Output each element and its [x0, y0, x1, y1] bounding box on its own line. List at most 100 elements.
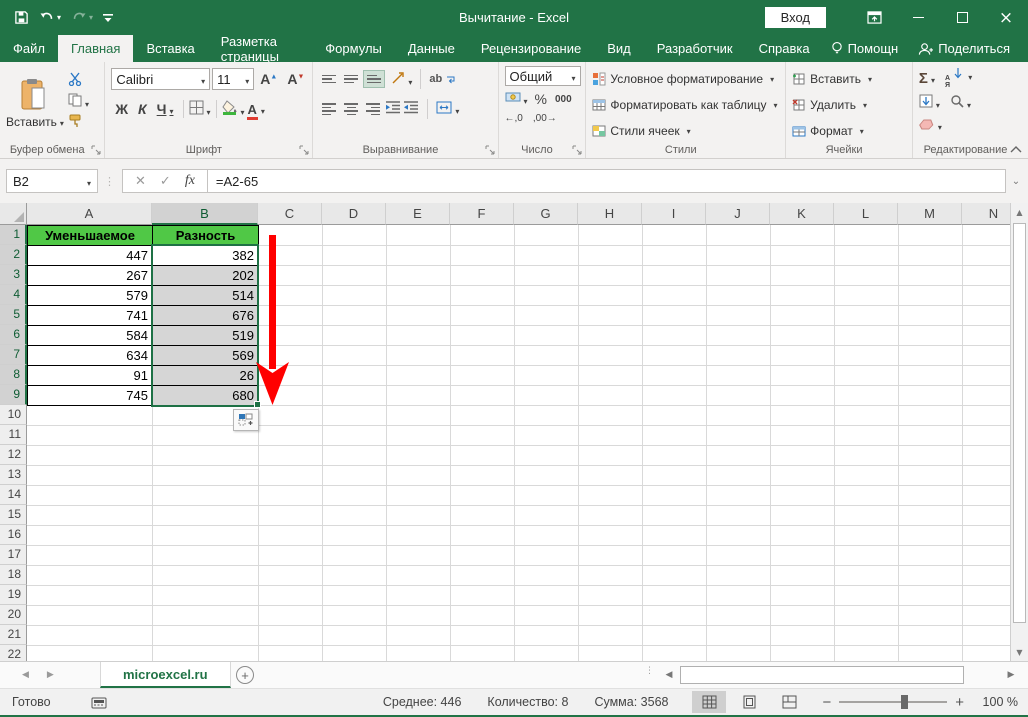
- cut-icon[interactable]: [68, 72, 89, 89]
- format-painter-icon[interactable]: [68, 114, 89, 131]
- row-header-2[interactable]: 2: [0, 245, 27, 265]
- select-all-corner[interactable]: [0, 203, 27, 225]
- collapse-ribbon-icon[interactable]: [1010, 145, 1022, 153]
- tab-review[interactable]: Рецензирование: [468, 35, 594, 62]
- undo-button[interactable]: ▾: [39, 11, 61, 25]
- underline-button[interactable]: Ч: [153, 101, 178, 117]
- column-header-B[interactable]: B: [152, 203, 258, 225]
- hscroll-right-icon[interactable]: ▶: [1002, 666, 1020, 684]
- row-header-10[interactable]: 10: [0, 405, 27, 425]
- align-middle-icon[interactable]: [341, 71, 361, 88]
- cell-B7[interactable]: 569: [153, 346, 259, 366]
- scroll-up-icon[interactable]: ▲: [1011, 203, 1028, 221]
- cell-B5[interactable]: 676: [153, 306, 259, 326]
- row-header-21[interactable]: 21: [0, 625, 27, 645]
- formula-input[interactable]: =A2-65: [208, 169, 1006, 193]
- cell-B8[interactable]: 26: [153, 366, 259, 386]
- zoom-slider-thumb[interactable]: [901, 695, 908, 709]
- font-color-button[interactable]: А: [247, 102, 265, 117]
- number-dialog-launcher-icon[interactable]: [572, 145, 582, 155]
- row-header-5[interactable]: 5: [0, 305, 27, 325]
- page-layout-view-button[interactable]: [732, 691, 766, 713]
- align-right-icon[interactable]: [363, 99, 383, 119]
- table-header-cell[interactable]: Уменьшаемое: [28, 226, 153, 246]
- scroll-down-icon[interactable]: ▼: [1011, 643, 1028, 661]
- cell-B9[interactable]: 680: [153, 386, 259, 406]
- number-format-combo[interactable]: Общий: [505, 66, 581, 86]
- status-sum[interactable]: Сумма: 3568: [594, 695, 668, 709]
- column-header-G[interactable]: G: [514, 203, 578, 225]
- column-header-C[interactable]: C: [258, 203, 322, 225]
- table-header-cell[interactable]: Разность: [153, 226, 259, 246]
- cell-A3[interactable]: 267: [28, 266, 153, 286]
- formula-bar-grip[interactable]: ⋮: [104, 175, 116, 188]
- row-header-3[interactable]: 3: [0, 265, 27, 285]
- cell-B6[interactable]: 519: [153, 326, 259, 346]
- row-header-15[interactable]: 15: [0, 505, 27, 525]
- name-box-dropdown-icon[interactable]: [84, 174, 91, 189]
- cell-B4[interactable]: 514: [153, 286, 259, 306]
- comma-style-icon[interactable]: 000: [555, 94, 572, 105]
- minimize-button[interactable]: [896, 0, 940, 35]
- row-header-14[interactable]: 14: [0, 485, 27, 505]
- zoom-level[interactable]: 100 %: [974, 695, 1018, 709]
- percent-style-icon[interactable]: %: [535, 91, 547, 107]
- accounting-format-icon[interactable]: [505, 92, 528, 107]
- share-button[interactable]: Поделиться: [910, 35, 1018, 62]
- zoom-in-button[interactable]: +: [955, 694, 964, 711]
- expand-formula-bar-icon[interactable]: ⌄: [1006, 176, 1026, 187]
- tab-insert[interactable]: Вставка: [133, 35, 207, 62]
- undo-dropdown-icon[interactable]: ▾: [57, 13, 61, 22]
- column-header-L[interactable]: L: [834, 203, 898, 225]
- increase-font-icon[interactable]: A▲: [256, 71, 281, 87]
- row-header-8[interactable]: 8: [0, 365, 27, 385]
- cell-B2[interactable]: 382: [153, 246, 259, 266]
- tab-formulas[interactable]: Формулы: [312, 35, 395, 62]
- bold-button[interactable]: Ж: [111, 101, 132, 117]
- clipboard-dialog-launcher-icon[interactable]: [91, 145, 101, 155]
- ribbon-display-options-icon[interactable]: [852, 0, 896, 35]
- decrease-font-icon[interactable]: A▼: [283, 71, 308, 87]
- font-dialog-launcher-icon[interactable]: [299, 145, 309, 155]
- fill-color-button[interactable]: [222, 100, 245, 118]
- zoom-slider[interactable]: [839, 701, 947, 703]
- row-header-17[interactable]: 17: [0, 545, 27, 565]
- tab-file[interactable]: Файл: [0, 35, 58, 62]
- merge-center-button[interactable]: [436, 101, 459, 117]
- prev-sheet-icon[interactable]: ◀: [22, 670, 29, 680]
- paste-button[interactable]: Вставить: [6, 66, 64, 140]
- zoom-out-button[interactable]: −: [822, 694, 831, 711]
- tab-home[interactable]: Главная: [58, 35, 133, 62]
- decrease-indent-icon[interactable]: [385, 101, 401, 117]
- align-top-icon[interactable]: [319, 71, 339, 88]
- page-break-view-button[interactable]: [772, 691, 806, 713]
- name-box[interactable]: B2: [6, 169, 98, 193]
- autosum-button[interactable]: Σ: [919, 70, 935, 87]
- row-header-20[interactable]: 20: [0, 605, 27, 625]
- tab-developer[interactable]: Разработчик: [644, 35, 746, 62]
- wrap-text-button[interactable]: ab: [429, 68, 456, 90]
- column-header-I[interactable]: I: [642, 203, 706, 225]
- cell-A8[interactable]: 91: [28, 366, 153, 386]
- fill-handle[interactable]: [254, 401, 261, 408]
- row-header-11[interactable]: 11: [0, 425, 27, 445]
- conditional-formatting-button[interactable]: Условное форматирование: [592, 66, 781, 92]
- column-header-J[interactable]: J: [706, 203, 770, 225]
- vertical-scrollbar[interactable]: ▲ ▼: [1010, 203, 1028, 661]
- column-header-E[interactable]: E: [386, 203, 450, 225]
- align-center-icon[interactable]: [341, 99, 361, 119]
- insert-function-icon[interactable]: fx: [185, 173, 195, 189]
- fill-button[interactable]: [919, 94, 940, 111]
- cell-A2[interactable]: 447: [28, 246, 153, 266]
- row-header-7[interactable]: 7: [0, 345, 27, 365]
- status-average[interactable]: Среднее: 446: [383, 695, 462, 709]
- cell-A7[interactable]: 634: [28, 346, 153, 366]
- tab-view[interactable]: Вид: [594, 35, 644, 62]
- column-header-D[interactable]: D: [322, 203, 386, 225]
- row-header-22[interactable]: 22: [0, 645, 27, 661]
- column-header-H[interactable]: H: [578, 203, 642, 225]
- worksheet-grid[interactable]: ABCDEFGHIJKLMN 1234567891011121314151617…: [0, 203, 1010, 661]
- new-sheet-button[interactable]: +: [236, 666, 254, 684]
- autofill-options-button[interactable]: [233, 409, 259, 431]
- cell-A6[interactable]: 584: [28, 326, 153, 346]
